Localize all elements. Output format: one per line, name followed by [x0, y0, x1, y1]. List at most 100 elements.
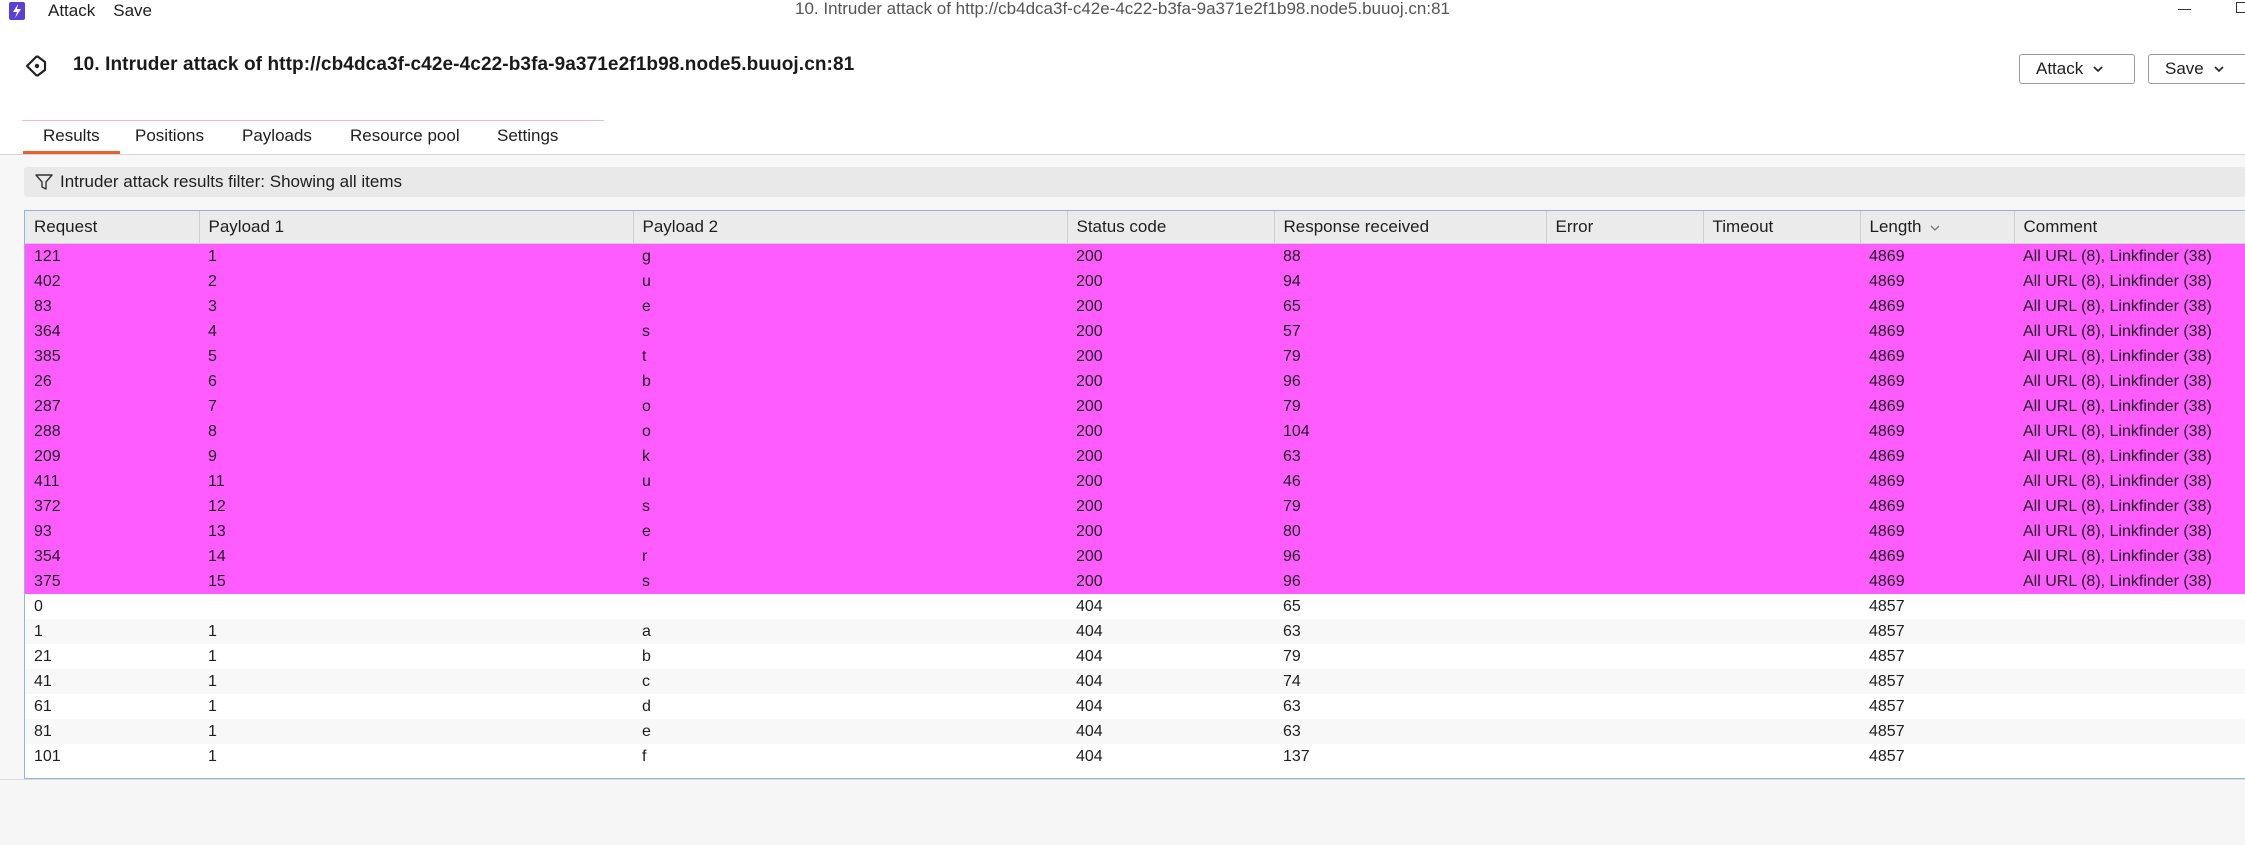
table-cell: 11 [199, 469, 633, 494]
table-cell: 4869 [1860, 394, 2014, 419]
table-cell: 9 [199, 444, 633, 469]
table-row[interactable]: 385 5 t 200 79 4869 All URL (8), Linkfinder (3… [25, 344, 2245, 369]
table-cell: o [633, 394, 1067, 419]
table-cell: 4869 [1860, 444, 2014, 469]
column-header-response-received[interactable]: Response received [1274, 211, 1547, 244]
column-header-timeout[interactable]: Timeout [1703, 211, 1861, 244]
table-row[interactable]: 21 1 b 404 79 4857 [25, 644, 2245, 669]
table-row[interactable]: 61 1 d 404 63 4857 [25, 694, 2245, 719]
table-row[interactable]: 287 7 o 200 79 4869 All URL (8), Linkfinder (3… [25, 394, 2245, 419]
table-cell: 4869 [1860, 243, 2014, 269]
table-row[interactable]: 26 6 b 200 96 4869 All URL (8), Linkfinder (38… [25, 369, 2245, 394]
table-cell [1703, 669, 1860, 694]
table-cell [1703, 269, 1860, 294]
table-cell: 104 [1274, 419, 1546, 444]
table-cell: 1 [199, 644, 633, 669]
table-cell: 93 [25, 519, 199, 544]
table-cell: 1 [199, 619, 633, 644]
table-row[interactable]: 375 15 s 200 96 4869 All URL (8), Linkfinder (… [25, 569, 2245, 594]
table-cell [199, 594, 633, 619]
table-cell: 404 [1067, 619, 1274, 644]
table-cell [1546, 544, 1703, 569]
table-cell [2014, 619, 2245, 644]
table-cell: 4869 [1860, 319, 2014, 344]
table-cell [1546, 444, 1703, 469]
table-row[interactable]: 121 1 g 200 88 4869 All URL (8), Linkfinder (3… [25, 243, 2245, 269]
table-cell: 372 [25, 494, 199, 519]
column-header-request[interactable]: Request [25, 211, 200, 244]
table-row[interactable]: 81 1 e 404 63 4857 [25, 719, 2245, 744]
column-header-payload-1[interactable]: Payload 1 [199, 211, 634, 244]
table-row[interactable]: 411 11 u 200 46 4869 All URL (8), Linkfinder (… [25, 469, 2245, 494]
tab-settings[interactable]: Settings [497, 126, 558, 153]
table-cell [1546, 243, 1703, 269]
table-cell: 4857 [1860, 694, 2014, 719]
results-table-body: 121 1 g 200 88 4869 All URL (8), Linkfinder (3… [25, 243, 2245, 769]
table-cell: e [633, 719, 1067, 744]
table-cell: All URL (8), Linkfinder (38) [2014, 344, 2245, 369]
table-cell [1703, 243, 1860, 269]
tab-resource-pool[interactable]: Resource pool [350, 126, 460, 153]
column-header-comment[interactable]: Comment [2014, 211, 2245, 244]
results-filter-bar[interactable]: Intruder attack results filter: Showing … [24, 167, 2245, 197]
table-cell: 96 [1274, 569, 1546, 594]
column-header-error[interactable]: Error [1546, 211, 1704, 244]
table-row[interactable]: 288 8 o 200 104 4869 All URL (8), Linkfinder (… [25, 419, 2245, 444]
filter-status-text: Intruder attack results filter: Showing … [60, 172, 403, 191]
menu-save[interactable]: Save [113, 1, 152, 21]
table-row[interactable]: 1 1 a 404 63 4857 [25, 619, 2245, 644]
table-row[interactable]: 93 13 e 200 80 4869 All URL (8), Linkfinder (3… [25, 519, 2245, 544]
table-cell: 79 [1274, 344, 1546, 369]
minimize-button[interactable] [2172, 0, 2196, 20]
table-cell: All URL (8), Linkfinder (38) [2014, 369, 2245, 394]
table-cell: 137 [1274, 744, 1546, 769]
column-header-length[interactable]: Length [1860, 211, 2015, 244]
table-cell: 1 [199, 694, 633, 719]
table-cell: 1 [25, 619, 199, 644]
table-cell: 80 [1274, 519, 1546, 544]
table-cell: 13 [199, 519, 633, 544]
table-row[interactable]: 402 2 u 200 94 4869 All URL (8), Linkfinder (3… [25, 269, 2245, 294]
column-header-payload-2[interactable]: Payload 2 [633, 211, 1068, 244]
save-dropdown-button[interactable]: Save [2148, 54, 2245, 84]
table-row[interactable]: 101 1 f 404 137 4857 [25, 744, 2245, 769]
table-cell: 4869 [1860, 519, 2014, 544]
table-row[interactable]: 354 14 r 200 96 4869 All URL (8), Linkfinder (… [25, 544, 2245, 569]
table-cell [1546, 344, 1703, 369]
table-row[interactable]: 83 3 e 200 65 4869 All URL (8), Linkfinder (38… [25, 294, 2245, 319]
save-button-label: Save [2165, 59, 2204, 78]
menu-attack[interactable]: Attack [48, 1, 95, 21]
table-row[interactable]: 364 4 s 200 57 4869 All URL (8), Linkfinder (3… [25, 319, 2245, 344]
column-header-status-code[interactable]: Status code [1067, 211, 1275, 244]
table-row[interactable]: 41 1 c 404 74 4857 [25, 669, 2245, 694]
table-cell: c [633, 669, 1067, 694]
maximize-button[interactable] [2236, 2, 2245, 13]
table-cell: 200 [1067, 469, 1274, 494]
tab-positions[interactable]: Positions [135, 126, 204, 153]
attack-button-label: Attack [2036, 59, 2084, 78]
table-cell [1703, 519, 1860, 544]
table-cell [633, 594, 1067, 619]
table-row[interactable]: 372 12 s 200 79 4869 All URL (8), Linkfinder (… [25, 494, 2245, 519]
table-cell [1703, 444, 1860, 469]
table-cell: 4869 [1860, 369, 2014, 394]
table-cell: All URL (8), Linkfinder (38) [2014, 494, 2245, 519]
table-cell: s [633, 569, 1067, 594]
attack-dropdown-button[interactable]: Attack [2019, 54, 2135, 84]
table-cell: g [633, 243, 1067, 269]
table-cell [2014, 669, 2245, 694]
table-row[interactable]: 0 404 65 4857 [25, 594, 2245, 619]
tab-payloads[interactable]: Payloads [242, 126, 312, 153]
table-cell: All URL (8), Linkfinder (38) [2014, 544, 2245, 569]
tab-results[interactable]: Results [23, 126, 120, 154]
back-arrow-icon[interactable] [22, 52, 50, 80]
table-cell: 57 [1274, 319, 1546, 344]
table-cell: All URL (8), Linkfinder (38) [2014, 294, 2245, 319]
table-cell: 4857 [1860, 644, 2014, 669]
table-cell: 96 [1274, 544, 1546, 569]
table-cell: s [633, 494, 1067, 519]
table-cell: 65 [1274, 594, 1546, 619]
table-cell: s [633, 319, 1067, 344]
table-row[interactable]: 209 9 k 200 63 4869 All URL (8), Linkfinder (3… [25, 444, 2245, 469]
table-cell [1703, 744, 1860, 769]
